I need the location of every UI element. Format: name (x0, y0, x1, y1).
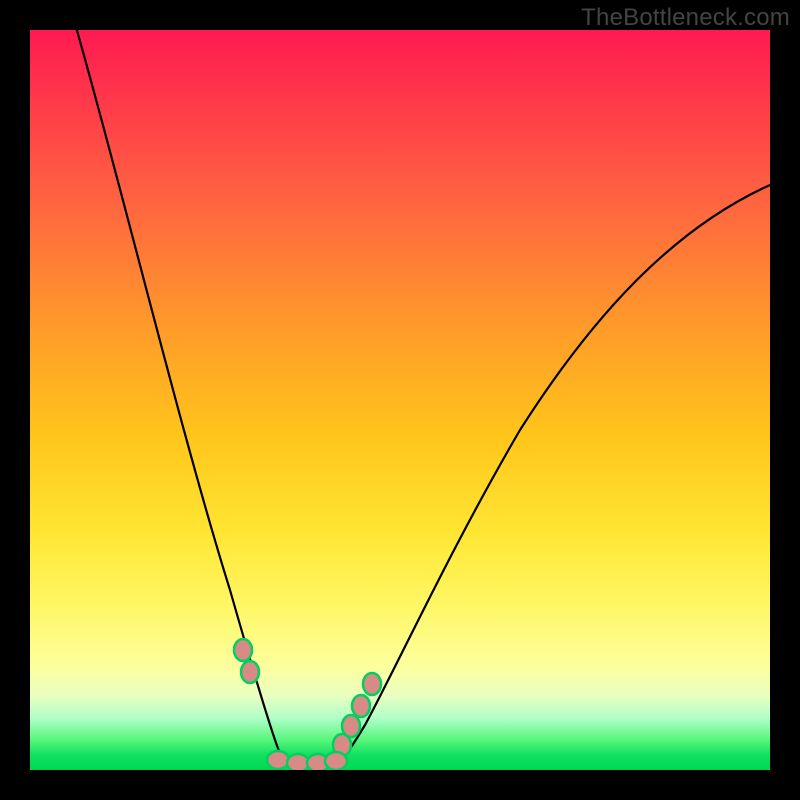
bottom-beads (267, 751, 347, 770)
right-beads (333, 673, 381, 756)
curve-left (74, 30, 292, 768)
chart-plot-area (30, 30, 770, 770)
watermark-text: TheBottleneck.com (581, 4, 790, 32)
chart-svg (30, 30, 770, 770)
curve-right (330, 185, 770, 768)
left-beads (234, 639, 259, 683)
